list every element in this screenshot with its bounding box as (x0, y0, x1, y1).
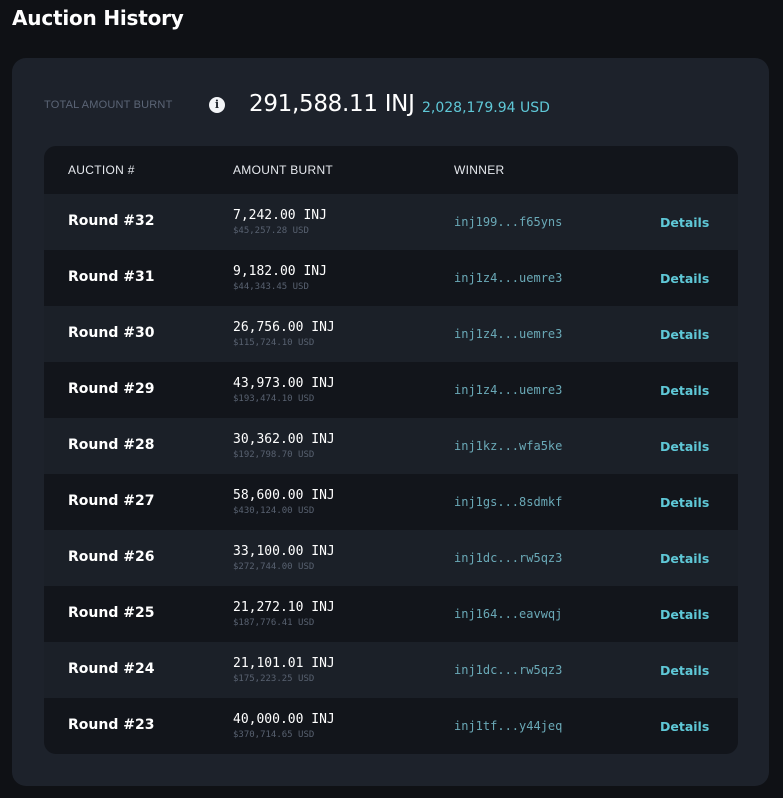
winner-address[interactable]: inj1dc...rw5qz3 (454, 551, 562, 565)
table-row: Round #32 7,242.00 INJ $45,257.28 USD inj19… (44, 194, 738, 250)
info-icon[interactable]: i (209, 97, 225, 113)
column-header-amount-burnt: AMOUNT BURNT (233, 163, 334, 177)
auction-round: Round #23 (68, 717, 155, 733)
column-header-auction: AUCTION # (68, 163, 135, 177)
details-link[interactable]: Details (660, 551, 709, 566)
auction-round: Round #32 (68, 213, 155, 229)
details-link[interactable]: Details (660, 495, 709, 510)
details-link[interactable]: Details (660, 327, 709, 342)
winner-address[interactable]: inj199...f65yns (454, 215, 562, 229)
table-row: Round #29 43,973.00 INJ $193,474.10 USD inj… (44, 362, 738, 418)
table-row: Round #28 30,362.00 INJ $192,798.70 USD inj… (44, 418, 738, 474)
table-body: Round #32 7,242.00 INJ $45,257.28 USD inj19… (44, 194, 738, 754)
details-link[interactable]: Details (660, 719, 709, 734)
auction-round: Round #24 (68, 661, 155, 677)
auction-round: Round #30 (68, 325, 155, 341)
amount-burnt-usd: $370,714.65 USD (233, 730, 315, 740)
amount-burnt-usd: $192,798.70 USD (233, 450, 315, 460)
auction-round: Round #28 (68, 437, 155, 453)
table-row: Round #27 58,600.00 INJ $430,124.00 USD inj… (44, 474, 738, 530)
auction-round: Round #31 (68, 269, 155, 285)
page-title: Auction History (12, 6, 184, 30)
details-link[interactable]: Details (660, 271, 709, 286)
table-row: Round #23 40,000.00 INJ $370,714.65 USD inj… (44, 698, 738, 754)
column-header-winner: WINNER (454, 163, 505, 177)
winner-address[interactable]: inj164...eavwqj (454, 607, 562, 621)
amount-burnt-usd: $193,474.10 USD (233, 394, 315, 404)
winner-address[interactable]: inj1dc...rw5qz3 (454, 663, 562, 677)
amount-burnt-inj: 33,100.00 INJ (233, 544, 335, 559)
table-row: Round #30 26,756.00 INJ $115,724.10 USD inj… (44, 306, 738, 362)
amount-burnt-usd: $272,744.00 USD (233, 562, 315, 572)
amount-burnt-inj: 58,600.00 INJ (233, 488, 335, 503)
auction-history-panel: TOTAL AMOUNT BURNT i 291,588.11 INJ 2,02… (12, 58, 769, 786)
table-row: Round #24 21,101.01 INJ $175,223.25 USD inj… (44, 642, 738, 698)
details-link[interactable]: Details (660, 383, 709, 398)
details-link[interactable]: Details (660, 215, 709, 230)
amount-burnt-usd: $115,724.10 USD (233, 338, 315, 348)
auction-table: AUCTION # AMOUNT BURNT WINNER Round #32 7… (44, 146, 738, 754)
total-burnt-inj: 291,588.11 INJ (249, 91, 415, 117)
amount-burnt-inj: 7,242.00 INJ (233, 208, 327, 223)
amount-burnt-inj: 21,272.10 INJ (233, 600, 335, 615)
details-link[interactable]: Details (660, 439, 709, 454)
table-row: Round #25 21,272.10 INJ $187,776.41 USD inj… (44, 586, 738, 642)
amount-burnt-inj: 40,000.00 INJ (233, 712, 335, 727)
winner-address[interactable]: inj1gs...8sdmkf (454, 495, 562, 509)
winner-address[interactable]: inj1z4...uemre3 (454, 271, 562, 285)
auction-round: Round #25 (68, 605, 155, 621)
amount-burnt-usd: $187,776.41 USD (233, 618, 315, 628)
auction-round: Round #27 (68, 493, 155, 509)
winner-address[interactable]: inj1kz...wfa5ke (454, 439, 562, 453)
total-burnt-usd: 2,028,179.94 USD (422, 100, 550, 116)
total-burnt-label: TOTAL AMOUNT BURNT (44, 99, 173, 111)
amount-burnt-usd: $175,223.25 USD (233, 674, 315, 684)
amount-burnt-inj: 43,973.00 INJ (233, 376, 335, 391)
table-row: Round #26 33,100.00 INJ $272,744.00 USD inj… (44, 530, 738, 586)
total-burnt-summary: TOTAL AMOUNT BURNT i 291,588.11 INJ 2,02… (44, 91, 744, 122)
amount-burnt-inj: 9,182.00 INJ (233, 264, 327, 279)
amount-burnt-inj: 21,101.01 INJ (233, 656, 335, 671)
amount-burnt-usd: $44,343.45 USD (233, 282, 309, 292)
table-row: Round #31 9,182.00 INJ $44,343.45 USD inj1z… (44, 250, 738, 306)
amount-burnt-inj: 26,756.00 INJ (233, 320, 335, 335)
amount-burnt-usd: $430,124.00 USD (233, 506, 315, 516)
details-link[interactable]: Details (660, 663, 709, 678)
table-header: AUCTION # AMOUNT BURNT WINNER (44, 146, 738, 194)
auction-round: Round #29 (68, 381, 155, 397)
details-link[interactable]: Details (660, 607, 709, 622)
winner-address[interactable]: inj1z4...uemre3 (454, 327, 562, 341)
amount-burnt-inj: 30,362.00 INJ (233, 432, 335, 447)
auction-round: Round #26 (68, 549, 155, 565)
winner-address[interactable]: inj1z4...uemre3 (454, 383, 562, 397)
winner-address[interactable]: inj1tf...y44jeq (454, 719, 562, 733)
amount-burnt-usd: $45,257.28 USD (233, 226, 309, 236)
